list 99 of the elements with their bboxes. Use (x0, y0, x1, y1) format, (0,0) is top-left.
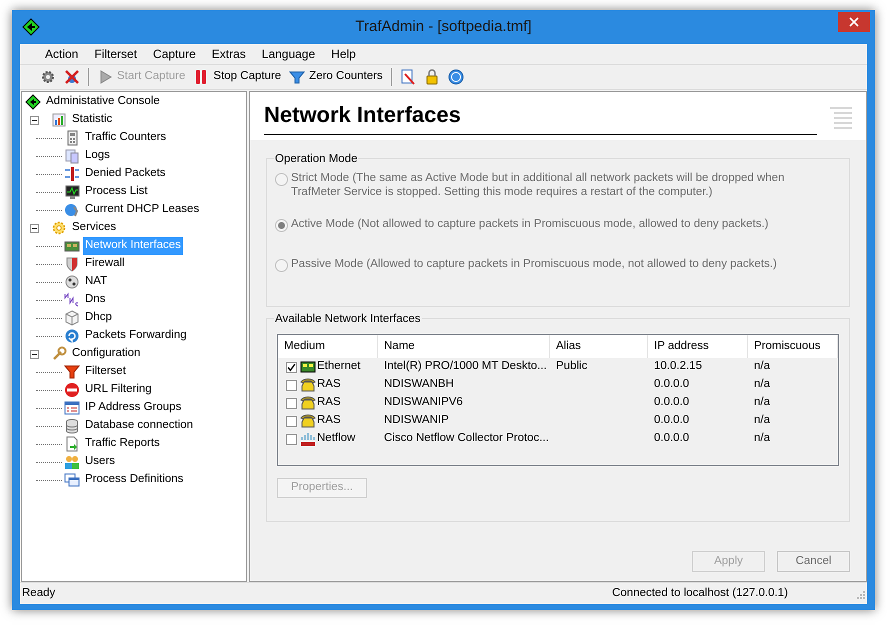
tree-item[interactable]: Administative Console (44, 93, 162, 111)
tree-item[interactable]: Statistic (70, 111, 114, 129)
tree-item[interactable]: Firewall (83, 255, 127, 273)
tree-item[interactable]: Dhcp (83, 309, 114, 327)
checkbox[interactable] (286, 362, 297, 372)
table-cell: 10.0.2.15 (654, 360, 702, 372)
gear-icon (40, 69, 56, 85)
column-header[interactable]: Alias (550, 335, 648, 358)
checkbox[interactable] (286, 398, 297, 408)
cross-icon (64, 69, 80, 85)
menu-item[interactable]: Capture (146, 44, 203, 64)
tree-item[interactable]: Process Definitions (83, 471, 186, 489)
tree-item[interactable]: Process List (83, 183, 150, 201)
column-header[interactable]: Promiscuous (748, 335, 838, 358)
table-cell: NDISWANIP (384, 414, 449, 426)
table-cell: n/a (754, 396, 770, 408)
tree-item[interactable]: Traffic Counters (83, 129, 168, 147)
table-cell: NDISWANBH (384, 378, 454, 390)
checkbox[interactable] (286, 380, 297, 390)
page-title: Network Interfaces (264, 102, 461, 127)
status-text: Connected to localhost (127.0.0.1) (611, 586, 789, 601)
documents-icon (64, 148, 80, 164)
close-icon (849, 17, 859, 27)
table-cell: 0.0.0.0 (654, 396, 690, 408)
collapse-toggle[interactable] (30, 224, 39, 232)
table-cell-text: RAS (317, 413, 341, 428)
tree-item[interactable]: Dns (83, 291, 108, 309)
dialog-button[interactable]: Cancel (777, 551, 850, 572)
table-cell: Cisco Netflow Collector Protoc... (384, 432, 549, 444)
table-cell: 0.0.0.0 (654, 378, 690, 390)
tree-item[interactable]: NAT (83, 273, 110, 291)
menu-item[interactable]: Help (324, 44, 363, 64)
column-header[interactable]: Medium (278, 335, 378, 358)
table-cell: Public (556, 360, 588, 372)
column-header[interactable]: Name (378, 335, 550, 358)
table-cell-text: Ethernet (317, 359, 360, 374)
tree-item[interactable]: Configuration (70, 345, 142, 363)
diamond-icon (25, 94, 41, 110)
toolbar-button[interactable]: Zero Counters (287, 67, 385, 87)
tree-item[interactable]: URL Filtering (83, 381, 154, 399)
status-text: Ready (21, 586, 56, 601)
letters-icon (64, 292, 80, 308)
tree-item[interactable]: IP Address Groups (83, 399, 184, 417)
resize-grip-icon (855, 588, 865, 598)
radio-label: Passive Mode (Allowed to capture packets in Promiscuous mode, not allowed to deny packets.) (291, 257, 778, 271)
circle-icon (64, 274, 80, 290)
database-icon (64, 418, 80, 434)
tree-item[interactable]: Logs (83, 147, 112, 165)
table-cell: 0.0.0.0 (654, 432, 690, 444)
bar-chart-icon (51, 112, 67, 128)
table-cell-text: Netflow (317, 431, 356, 446)
table-cell: n/a (754, 414, 770, 426)
funnel-icon (64, 364, 80, 380)
menu-item[interactable]: Language (254, 44, 322, 64)
table-cell: n/a (754, 378, 770, 390)
gate-icon (64, 166, 80, 182)
table-cell-text: RAS (317, 377, 341, 392)
cube-icon (64, 310, 80, 326)
check-icon (287, 362, 296, 372)
checkbox[interactable] (286, 434, 297, 444)
column-header[interactable]: IP address (648, 335, 748, 358)
app-icon (22, 18, 40, 36)
close-button[interactable] (838, 12, 870, 32)
windows-icon (64, 472, 80, 488)
radio-label: Active Mode (Not allowed to capture packets in Promiscuous mode, allowed to deny packets.) (291, 217, 770, 231)
tree-item[interactable]: Packets Forwarding (83, 327, 189, 345)
table-cell-text: RAS (317, 395, 341, 410)
users-icon (64, 454, 80, 470)
padlock-icon (424, 69, 440, 85)
table-cell: n/a (754, 432, 770, 444)
tree-item[interactable]: Traffic Reports (83, 435, 162, 453)
tree-item[interactable]: Current DHCP Leases (83, 201, 202, 219)
help-icon (448, 69, 464, 85)
radio-label: Strict Mode (The same as Active Mode but in additional all network packets will be dropped when TrafMeter Service is stopped. Setting this mode requires a restart of the computer.) (291, 171, 786, 199)
gear-icon (51, 220, 67, 236)
wrench-icon (51, 346, 67, 362)
tree-item[interactable]: Denied Packets (83, 165, 168, 183)
menu-item[interactable]: Extras (204, 44, 253, 64)
toolbar-button[interactable] (446, 67, 466, 87)
tree-item[interactable]: Database connection (83, 417, 196, 435)
table-cell: NDISWANIPV6 (384, 396, 463, 408)
table-cell: Intel(R) PRO/1000 MT Deskto... (384, 360, 547, 372)
menu-item[interactable]: Action (38, 44, 86, 64)
collapse-toggle[interactable] (30, 350, 39, 358)
tree-item[interactable]: Filterset (83, 363, 128, 381)
checkbox[interactable] (286, 416, 297, 426)
tree-item[interactable]: Services (70, 219, 118, 237)
tree-item[interactable]: Users (83, 453, 118, 471)
window-title: TrafAdmin - [softpedia.tmf] (354, 16, 533, 37)
toolbar-button[interactable]: Stop Capture (191, 67, 284, 87)
table-cell: n/a (754, 360, 770, 372)
menu-item[interactable]: Filterset (87, 44, 144, 64)
list-icon (64, 400, 80, 416)
shield-icon (64, 256, 80, 272)
collapse-toggle[interactable] (30, 116, 39, 124)
funnel-icon (289, 69, 306, 85)
monitor-icon (64, 184, 80, 200)
table-cell: 0.0.0.0 (654, 414, 690, 426)
no-entry-icon (64, 382, 80, 398)
